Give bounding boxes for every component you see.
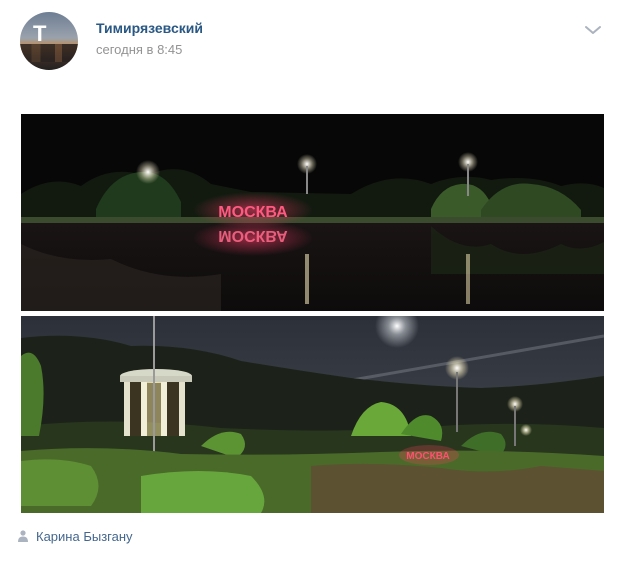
avatar-letter: T [33,21,47,46]
photo-night-moscow-sign[interactable]: МОСКВА МОСКВА [21,114,604,311]
avatar[interactable]: T [20,12,78,70]
post-time[interactable]: сегодня в 8:45 [96,42,182,57]
avatar-skyline [20,44,78,62]
photo-park-rotunda[interactable]: МОСКВА [21,316,604,513]
moscow-sign: МОСКВА [406,451,449,462]
moscow-sign-reflection: МОСКВА [218,227,288,244]
signer-name[interactable]: Карина Бызгану [36,529,133,544]
moscow-sign: МОСКВА [218,204,288,221]
person-icon [18,530,28,542]
author-name[interactable]: Тимирязевский [96,20,203,36]
chevron-down-icon[interactable] [584,24,602,36]
post-signer[interactable]: Карина Бызгану [18,527,133,545]
wall-post: T Тимирязевский сегодня в 8:45 МОСКВА МО… [0,0,620,562]
